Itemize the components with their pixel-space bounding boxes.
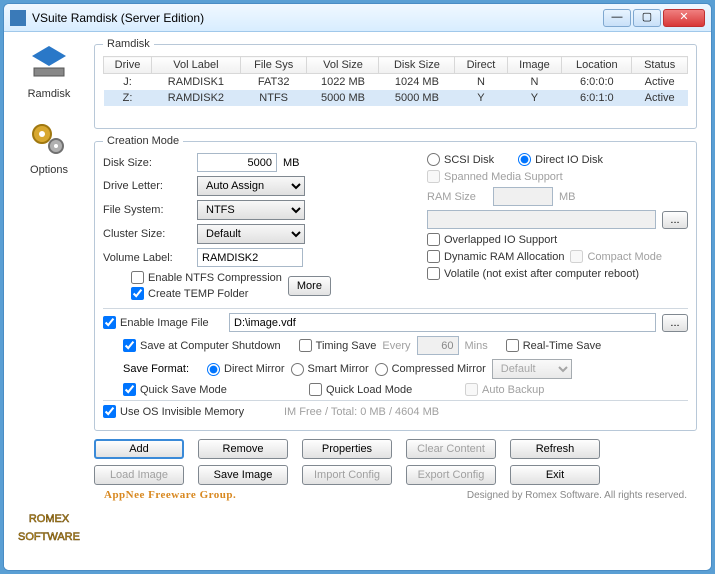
export-config-button[interactable]: Export Config (406, 465, 496, 485)
directio-radio[interactable]: Direct IO Disk (518, 153, 603, 166)
filesystem-label: File System: (103, 204, 191, 216)
volume-label-input[interactable] (197, 248, 303, 267)
appnee-link[interactable]: AppNee Freeware Group. (104, 489, 236, 501)
im-stats: IM Free / Total: 0 MB / 4604 MB (284, 406, 439, 418)
quick-load-check[interactable]: Quick Load Mode (309, 383, 459, 396)
refresh-button[interactable]: Refresh (510, 439, 600, 459)
drive-table[interactable]: Drive Vol Label File Sys Vol Size Disk S… (103, 56, 688, 120)
properties-button[interactable]: Properties (302, 439, 392, 459)
compact-check[interactable]: Compact Mode (570, 250, 662, 263)
sidebar: Ramdisk Options ROMEX SOFTWARE (4, 32, 94, 570)
save-image-button[interactable]: Save Image (198, 465, 288, 485)
drive-letter-select[interactable]: Auto Assign (197, 176, 305, 196)
mb-label-2: MB (559, 191, 576, 203)
drive-letter-label: Drive Letter: (103, 180, 191, 192)
spanned-check[interactable]: Spanned Media Support (427, 170, 563, 183)
compressed-mirror-radio[interactable]: Compressed Mirror (375, 363, 486, 376)
sidebar-item-label: Options (30, 164, 68, 176)
compress-level-select: Default (492, 359, 572, 379)
browse-button-2[interactable]: ... (662, 314, 688, 332)
ramdisk-icon (28, 42, 70, 84)
every-label: Every (382, 340, 410, 352)
gear-icon (28, 118, 70, 160)
close-button[interactable]: ✕ (663, 9, 705, 27)
col-vollabel[interactable]: Vol Label (151, 57, 240, 74)
disk-size-input[interactable] (197, 153, 277, 172)
remove-button[interactable]: Remove (198, 439, 288, 459)
ramdisk-fieldset: Ramdisk Drive Vol Label File Sys Vol Siz… (94, 38, 697, 129)
load-image-button[interactable]: Load Image (94, 465, 184, 485)
temp-folder-check[interactable]: Create TEMP Folder (131, 287, 282, 300)
related-path-input (427, 210, 656, 229)
titlebar: VSuite Ramdisk (Server Edition) — ▢ ✕ (4, 4, 711, 32)
add-button[interactable]: Add (94, 439, 184, 459)
svg-text:SOFTWARE: SOFTWARE (18, 531, 80, 543)
ntfs-compression-check[interactable]: Enable NTFS Compression (131, 271, 282, 284)
col-filesys[interactable]: File Sys (240, 57, 307, 74)
volume-label-label: Volume Label: (103, 252, 191, 264)
cluster-select[interactable]: Default (197, 224, 305, 244)
table-row[interactable]: Z: RAMDISK2 NTFS 5000 MB 5000 MB Y Y 6:0… (104, 90, 688, 106)
romex-logo: ROMEX SOFTWARE (14, 500, 84, 550)
realtime-check[interactable]: Real-Time Save (506, 339, 601, 352)
footer-text: Designed by Romex Software. All rights r… (467, 490, 687, 501)
app-icon (10, 10, 26, 26)
table-row[interactable]: J: RAMDISK1 FAT32 1022 MB 1024 MB N N 6:… (104, 74, 688, 91)
timing-save-check[interactable]: Timing Save (299, 339, 377, 352)
ramsize-input (493, 187, 553, 206)
sidebar-item-label: Ramdisk (28, 88, 71, 100)
scsi-radio[interactable]: SCSI Disk (427, 153, 494, 166)
creation-legend: Creation Mode (103, 135, 183, 147)
enable-image-check[interactable]: Enable Image File (103, 316, 223, 329)
ramsize-label: RAM Size (427, 191, 487, 203)
direct-mirror-radio[interactable]: Direct Mirror (207, 363, 285, 376)
every-input (417, 336, 459, 355)
sidebar-item-ramdisk[interactable]: Ramdisk (28, 42, 71, 100)
mb-label: MB (283, 157, 300, 169)
col-direct[interactable]: Direct (455, 57, 507, 74)
auto-backup-check[interactable]: Auto Backup (465, 383, 544, 396)
clear-button[interactable]: Clear Content (406, 439, 496, 459)
smart-mirror-radio[interactable]: Smart Mirror (291, 363, 369, 376)
filesystem-select[interactable]: NTFS (197, 200, 305, 220)
col-volsize[interactable]: Vol Size (307, 57, 379, 74)
col-drive[interactable]: Drive (104, 57, 152, 74)
browse-button-1[interactable]: ... (662, 211, 688, 229)
image-path-input[interactable] (229, 313, 656, 332)
col-status[interactable]: Status (632, 57, 688, 74)
quick-save-check[interactable]: Quick Save Mode (123, 383, 303, 396)
ramdisk-legend: Ramdisk (103, 38, 154, 50)
invisible-memory-check[interactable]: Use OS Invisible Memory (103, 405, 278, 418)
table-row[interactable] (104, 106, 688, 120)
sidebar-item-options[interactable]: Options (28, 118, 70, 176)
disk-size-label: Disk Size: (103, 157, 191, 169)
save-format-label: Save Format: (123, 363, 201, 375)
import-config-button[interactable]: Import Config (302, 465, 392, 485)
col-location[interactable]: Location (562, 57, 632, 74)
more-button[interactable]: More (288, 276, 331, 296)
dynamic-check[interactable]: Dynamic RAM Allocation (427, 250, 564, 263)
maximize-button[interactable]: ▢ (633, 9, 661, 27)
col-image[interactable]: Image (507, 57, 562, 74)
col-disksize[interactable]: Disk Size (379, 57, 455, 74)
minimize-button[interactable]: — (603, 9, 631, 27)
cluster-label: Cluster Size: (103, 228, 191, 240)
save-shutdown-check[interactable]: Save at Computer Shutdown (123, 339, 281, 352)
volatile-check[interactable]: Volatile (not exist after computer reboo… (427, 267, 639, 280)
mins-label: Mins (465, 340, 488, 352)
svg-text:ROMEX: ROMEX (29, 513, 70, 525)
overlapped-check[interactable]: Overlapped IO Support (427, 233, 557, 246)
window-title: VSuite Ramdisk (Server Edition) (32, 11, 603, 25)
creation-fieldset: Creation Mode Disk Size: MB Drive Letter… (94, 135, 697, 431)
exit-button[interactable]: Exit (510, 465, 600, 485)
